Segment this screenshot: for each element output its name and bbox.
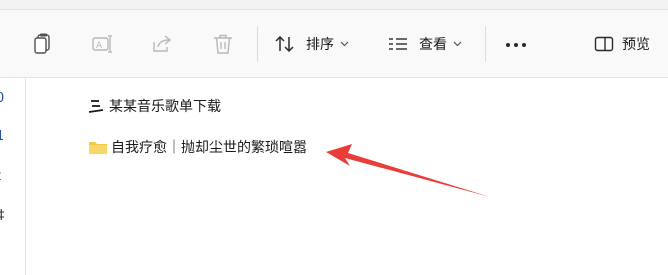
list-item[interactable]: 某某音乐歌单下载	[88, 96, 221, 116]
nav-item-fragment[interactable]: 1	[0, 130, 4, 143]
view-list-icon	[389, 38, 407, 50]
toolbar-separator	[257, 26, 258, 62]
delete-icon[interactable]	[211, 32, 235, 56]
toolbar-separator	[485, 26, 486, 62]
list-item[interactable]: 自我疗愈｜抛却尘世的繁琐喧嚣	[88, 137, 307, 157]
sort-button[interactable]: 排序	[274, 30, 349, 58]
nav-item-fragment[interactable]: ‡	[0, 209, 5, 222]
file-list: 某某音乐歌单下载 自我疗愈｜抛却尘世的繁琐喧嚣	[26, 78, 668, 275]
navigation-pane: 0 1 t ‡	[0, 78, 26, 275]
copy-icon[interactable]	[31, 32, 55, 56]
share-icon[interactable]	[150, 32, 174, 56]
svg-text:A: A	[96, 41, 103, 51]
more-options-icon[interactable]	[505, 42, 527, 48]
sort-label: 排序	[306, 37, 334, 53]
file-explorer-window: A 排序 查看 预览 0 1 某某音乐歌单下载 自我疗愈｜抛却尘世的繁琐喧嚣	[0, 0, 668, 275]
folder-icon	[89, 142, 107, 154]
file-name: 某某音乐歌单下载	[109, 99, 221, 115]
nav-item-fragment[interactable]: t	[0, 170, 1, 183]
view-button[interactable]: 查看	[387, 30, 462, 58]
sort-icon	[275, 35, 294, 53]
preview-label: 预览	[622, 37, 650, 53]
nav-item-fragment[interactable]: 0	[0, 92, 4, 105]
folder-name: 自我疗愈｜抛却尘世的繁琐喧嚣	[111, 140, 307, 156]
command-bar: A 排序 查看 预览	[0, 10, 668, 78]
music-file-icon	[88, 100, 104, 113]
chevron-down-icon	[340, 41, 349, 47]
title-strip	[0, 0, 668, 10]
chevron-down-icon	[453, 41, 462, 47]
view-label: 查看	[419, 37, 447, 53]
rename-icon[interactable]: A	[90, 32, 114, 56]
preview-pane-icon	[594, 36, 614, 52]
preview-pane-button[interactable]: 预览	[594, 30, 650, 58]
